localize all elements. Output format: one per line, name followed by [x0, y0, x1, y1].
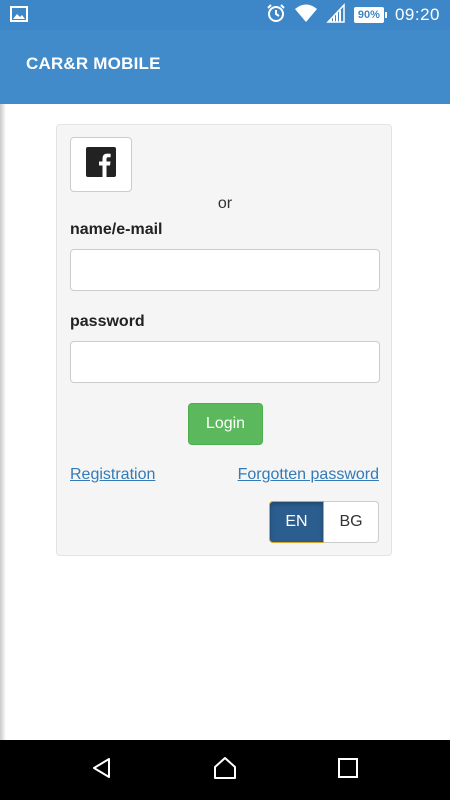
clock: 09:20 — [394, 5, 440, 24]
signal-icon — [326, 2, 346, 28]
recents-button[interactable] — [328, 750, 368, 790]
alarm-icon — [266, 3, 286, 28]
language-en-button[interactable]: EN — [269, 501, 324, 543]
battery-icon: 90% — [353, 7, 387, 23]
name-email-input[interactable] — [70, 249, 380, 291]
or-separator: or — [217, 195, 233, 212]
back-button[interactable] — [82, 750, 122, 790]
battery-level: 90% — [353, 7, 384, 23]
recents-icon — [337, 757, 359, 784]
back-icon — [90, 756, 114, 785]
password-input[interactable] — [70, 341, 380, 383]
wifi-icon — [294, 3, 318, 28]
home-button[interactable] — [205, 750, 245, 790]
password-label: password — [70, 313, 145, 330]
app-title: CAR&R MOBILE — [26, 54, 161, 73]
status-bar: 90% 09:20 — [0, 0, 450, 30]
app-bar: CAR&R MOBILE — [0, 30, 450, 104]
home-icon — [212, 756, 238, 785]
language-bg-button[interactable]: BG — [324, 501, 379, 543]
navigation-bar — [0, 740, 450, 800]
forgotten-password-link[interactable]: Forgotten password — [238, 466, 379, 484]
name-email-label: name/e-mail — [70, 221, 163, 238]
status-icons: 90% 09:20 — [266, 0, 440, 30]
login-panel: or name/e-mail password Login Registrati… — [56, 124, 392, 556]
facebook-icon — [86, 147, 116, 182]
registration-link[interactable]: Registration — [70, 466, 155, 484]
screen: 90% 09:20 CAR&R MOBILE or name/e-mail pa… — [0, 0, 450, 800]
facebook-login-button[interactable] — [70, 137, 132, 192]
image-icon — [10, 6, 28, 22]
language-switcher: EN BG — [269, 501, 379, 543]
login-button[interactable]: Login — [188, 403, 263, 445]
drawer-edge[interactable] — [0, 104, 6, 740]
